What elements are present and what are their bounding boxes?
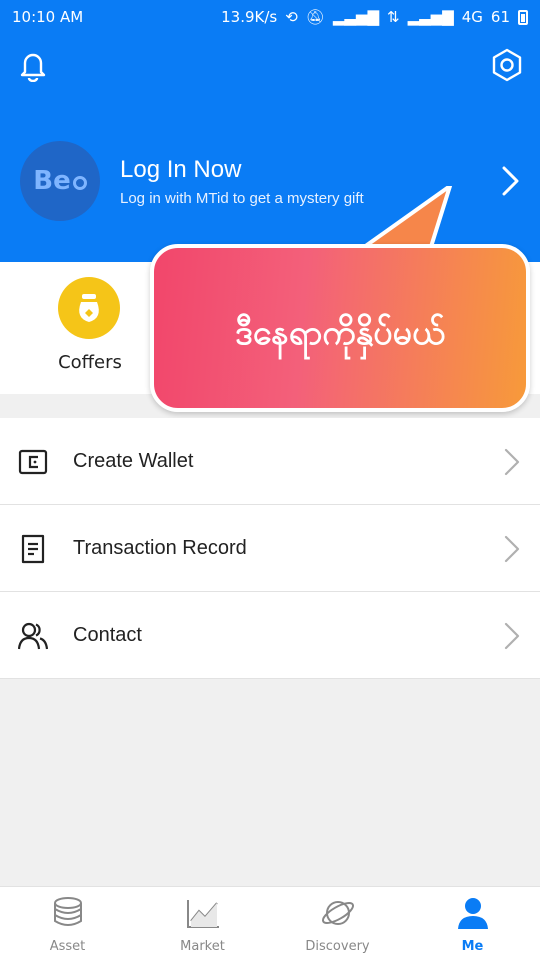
status-bar: 10:10 AM 13.9K/s ⟲ 🔕︎ ▂▃▅▇ ⇅ ▂▃▅▇ 4G 61 <box>0 0 540 36</box>
chevron-right-icon <box>504 535 520 563</box>
contacts-icon <box>18 622 48 650</box>
network-type: 4G <box>461 8 483 26</box>
mute-icon: 🔕︎ <box>305 8 325 26</box>
menu-list: Create Wallet Transaction Record Contact <box>0 418 540 679</box>
bottom-nav: Asset Market Discovery Me <box>0 886 540 960</box>
battery-icon <box>518 9 528 25</box>
planet-icon <box>321 901 354 925</box>
data-arrows-icon: ⇅ <box>387 8 400 26</box>
chevron-right-icon[interactable] <box>498 164 522 198</box>
menu-item-create-wallet[interactable]: Create Wallet <box>0 418 540 505</box>
money-bag-icon <box>79 294 99 322</box>
login-title[interactable]: Log In Now <box>120 156 241 184</box>
tab-label: Asset <box>49 939 86 954</box>
battery-level: 61 <box>490 8 510 26</box>
promo-text: ဒီနေရာကိုနှိပ်မယ် <box>235 313 445 353</box>
chevron-right-icon <box>504 448 520 476</box>
document-icon <box>21 534 45 564</box>
status-time: 10:10 AM <box>12 8 84 26</box>
avatar-dot <box>72 176 87 190</box>
tab-market[interactable]: Market <box>135 887 270 960</box>
promo-bubble: ဒီနေရာကိုနှိပ်မယ် <box>150 244 530 412</box>
tab-label: Me <box>461 939 484 954</box>
coins-stack-icon <box>53 897 82 926</box>
avatar-text: Be <box>33 166 71 196</box>
login-subtitle[interactable]: Log in with MTid to get a mystery gift <box>120 190 364 207</box>
chart-icon <box>186 900 219 928</box>
wallet-icon <box>18 449 48 475</box>
signal-icon-2: ▂▃▅▇ <box>407 8 454 26</box>
menu-item-transaction-record[interactable]: Transaction Record <box>0 505 540 592</box>
coffers-icon[interactable] <box>58 277 120 339</box>
menu-item-label: Transaction Record <box>73 537 247 559</box>
menu-item-contact[interactable]: Contact <box>0 592 540 679</box>
settings-icon[interactable] <box>490 48 524 82</box>
coffers-label[interactable]: Coffers <box>30 352 150 373</box>
chevron-right-icon <box>504 622 520 650</box>
status-right: 13.9K/s ⟲ 🔕︎ ▂▃▅▇ ⇅ ▂▃▅▇ 4G 61 <box>221 8 528 26</box>
menu-item-label: Create Wallet <box>73 450 194 472</box>
sync-icon: ⟲ <box>285 8 298 26</box>
tab-me[interactable]: Me <box>405 887 540 960</box>
bubble-tail <box>360 186 452 250</box>
tab-label: Discovery <box>305 939 370 954</box>
avatar[interactable]: Be <box>20 141 100 221</box>
tab-discovery[interactable]: Discovery <box>270 887 405 960</box>
person-icon <box>457 898 488 929</box>
signal-icon: ▂▃▅▇ <box>332 8 379 26</box>
bell-icon[interactable] <box>16 48 50 82</box>
menu-item-label: Contact <box>73 624 142 646</box>
tab-label: Market <box>180 939 225 954</box>
tab-asset[interactable]: Asset <box>0 887 135 960</box>
network-speed: 13.9K/s <box>221 8 278 26</box>
